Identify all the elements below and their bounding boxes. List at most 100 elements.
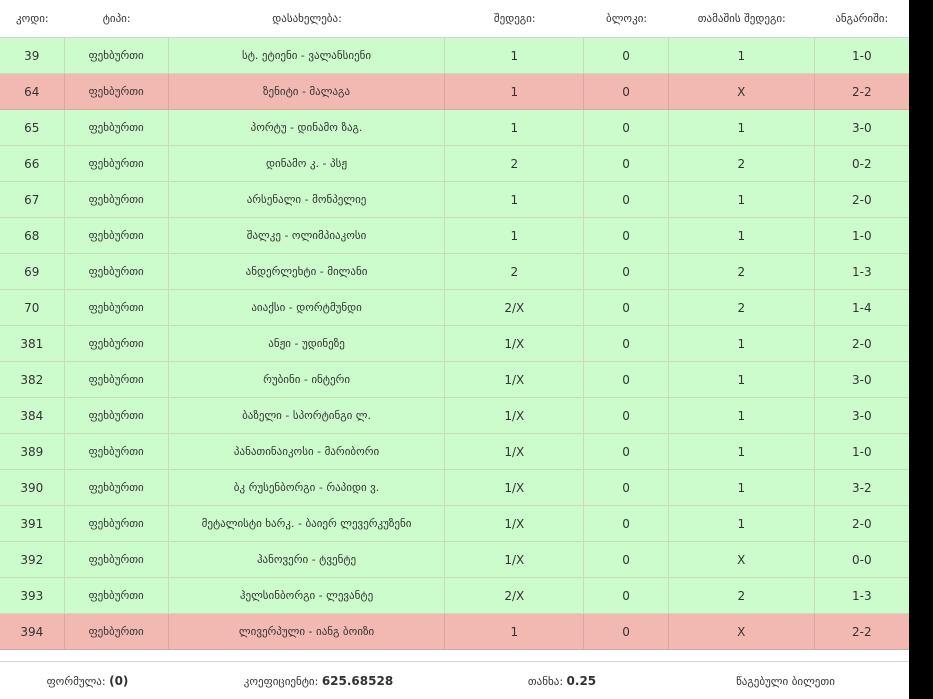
cell-event: მეტალისტი ხარკ. - ბაიერ ლევერკუზენი: [169, 506, 446, 541]
cell-score: 2-0: [851, 192, 872, 207]
cell-game-result: 1: [669, 182, 815, 217]
cell-block: 0: [584, 542, 670, 577]
cell-type: ფეხბურთი: [65, 218, 169, 253]
cell-type: ფეხბურთი: [65, 578, 169, 613]
stake-value: 0.25: [566, 674, 597, 688]
cell-game-result: 1: [669, 38, 815, 73]
cell-outcome: 1/X: [445, 542, 585, 577]
table-row[interactable]: 393 ფეხბურთი ჰელსინბორგი - ლევანტე 2/X 0 2 1-3: [0, 578, 909, 614]
cell-outcome: 2: [445, 254, 585, 289]
cell-event: ანდერლეხტი - მილანი: [169, 254, 446, 289]
cell-outcome: 1: [445, 38, 585, 73]
cell-score: 3-0: [851, 120, 872, 135]
cell-code: 39: [0, 38, 65, 73]
cell-game-result: X: [669, 74, 815, 109]
table-row[interactable]: 394 ფეხბურთი ლივერპული - იანგ ბოიზი 1 0 X 2-2: [0, 614, 909, 650]
cell-event: ანჟი - უდინეზე: [169, 326, 446, 361]
cell-game-result: X: [669, 542, 815, 577]
cell-block: 0: [584, 470, 670, 505]
table-row[interactable]: 384 ფეხბურთი ბაზელი - სპორტინგი ლ. 1/X 0 1 3-0: [0, 398, 909, 434]
table-row[interactable]: 64 ფეხბურთი ზენიტი - მალაგა 1 0 X 2-2: [0, 74, 909, 110]
cell-code: 66: [0, 146, 65, 181]
cell-score: 1-0: [851, 444, 872, 459]
header-game-result[interactable]: თამაშის შედეგი:: [669, 12, 815, 25]
table-row[interactable]: 69 ფეხბურთი ანდერლეხტი - მილანი 2 0 2 1-3: [0, 254, 909, 290]
cell-score: 1-3: [851, 588, 872, 603]
ticket-footer: ფორმულა: (0) კოეფიციენტი: 625.68528 თანხ…: [0, 661, 909, 699]
cell-code: 64: [0, 74, 65, 109]
coefficient-label: კოეფიციენტი:: [243, 675, 319, 688]
cell-event: ბაზელი - სპორტინგი ლ.: [169, 398, 446, 433]
table-row[interactable]: 66 ფეხბურთი დინამო კ. - პსჟ 2 0 2 0-2: [0, 146, 909, 182]
cell-event: შალკე - ოლიმპიაკოსი: [169, 218, 446, 253]
cell-game-result: 1: [669, 326, 815, 361]
cell-code: 393: [0, 578, 65, 613]
cell-block: 0: [584, 362, 670, 397]
cell-game-result: 1: [669, 506, 815, 541]
table-row[interactable]: 39 ფეხბურთი სტ. ეტიენი - ვალანსიენი 1 0 1 1-0: [0, 38, 909, 74]
formula-section: ფორმულა: (0): [0, 674, 175, 688]
cell-game-result: 1: [669, 470, 815, 505]
cell-code: 382: [0, 362, 65, 397]
cell-code: 381: [0, 326, 65, 361]
header-outcome[interactable]: შედეგი:: [445, 12, 584, 25]
cell-game-result: 1: [669, 434, 815, 469]
cell-type: ფეხბურთი: [65, 434, 169, 469]
bet-ticket-panel: კოდი: ტიპი: დასახელება: შედეგი: ბლოკი: თ…: [0, 0, 909, 699]
header-score[interactable]: ანგარიში:: [815, 12, 909, 25]
ticket-status: წაგებული ბილეთი: [736, 674, 835, 688]
cell-block: 0: [584, 38, 670, 73]
cell-score: 0-0: [851, 552, 872, 567]
cell-event: ლივერპული - იანგ ბოიზი: [169, 614, 446, 649]
header-type[interactable]: ტიპი:: [65, 12, 169, 25]
cell-type: ფეხბურთი: [65, 254, 169, 289]
cell-outcome: 2/X: [445, 578, 585, 613]
cell-block: 0: [584, 398, 670, 433]
cell-code: 68: [0, 218, 65, 253]
cell-score: 1-0: [851, 228, 872, 243]
formula-label: ფორმულა:: [46, 675, 106, 688]
cell-type: ფეხბურთი: [65, 182, 169, 217]
cell-game-result: 2: [669, 254, 815, 289]
table-row[interactable]: 65 ფეხბურთი პორტუ - დინამო ზაგ. 1 0 1 3-0: [0, 110, 909, 146]
table-row[interactable]: 70 ფეხბურთი აიაქსი - დორტმუნდი 2/X 0 2 1-4: [0, 290, 909, 326]
cell-code: 69: [0, 254, 65, 289]
table-row[interactable]: 391 ფეხბურთი მეტალისტი ხარკ. - ბაიერ ლევერ…: [0, 506, 909, 542]
cell-outcome: 1: [445, 74, 585, 109]
coefficient-section: კოეფიციენტი: 625.68528: [175, 674, 462, 688]
cell-code: 70: [0, 290, 65, 325]
cell-type: ფეხბურთი: [65, 398, 169, 433]
cell-outcome: 1: [445, 110, 585, 145]
cell-block: 0: [584, 326, 670, 361]
coefficient-value: 625.68528: [321, 674, 394, 688]
cell-type: ფეხბურთი: [65, 146, 169, 181]
cell-type: ფეხბურთი: [65, 290, 169, 325]
cell-score: 2-2: [851, 624, 872, 639]
cell-block: 0: [584, 182, 670, 217]
cell-code: 65: [0, 110, 65, 145]
cell-outcome: 1/X: [445, 362, 585, 397]
header-event[interactable]: დასახელება:: [169, 12, 446, 25]
table-row[interactable]: 381 ფეხბურთი ანჟი - უდინეზე 1/X 0 1 2-0: [0, 326, 909, 362]
header-block[interactable]: ბლოკი:: [584, 12, 669, 25]
cell-event: ჰანოვერი - ტვენტე: [169, 542, 446, 577]
table-row[interactable]: 390 ფეხბურთი ბკ რუსენბორგი - რაპიდი ვ. 1/X 0…: [0, 470, 909, 506]
cell-event: დინამო კ. - პსჟ: [169, 146, 446, 181]
table-row[interactable]: 382 ფეხბურთი რუბინი - ინტერი 1/X 0 1 3-0: [0, 362, 909, 398]
cell-score: 2-0: [851, 516, 872, 531]
cell-code: 384: [0, 398, 65, 433]
cell-block: 0: [584, 434, 670, 469]
cell-block: 0: [584, 506, 670, 541]
table-row[interactable]: 67 ფეხბურთი არსენალი - მონპელიე 1 0 1 2-0: [0, 182, 909, 218]
cell-outcome: 1/X: [445, 398, 585, 433]
cell-code: 390: [0, 470, 65, 505]
table-row[interactable]: 392 ფეხბურთი ჰანოვერი - ტვენტე 1/X 0 X 0-0: [0, 542, 909, 578]
cell-outcome: 1/X: [445, 506, 585, 541]
header-code[interactable]: კოდი:: [0, 12, 65, 25]
table-row[interactable]: 68 ფეხბურთი შალკე - ოლიმპიაკოსი 1 0 1 1-0: [0, 218, 909, 254]
table-row[interactable]: 389 ფეხბურთი პანათინაიკოსი - მარიბორი 1/X 0 1…: [0, 434, 909, 470]
cell-type: ფეხბურთი: [65, 506, 169, 541]
stake-section: თანხა: 0.25: [462, 674, 662, 688]
cell-block: 0: [584, 74, 670, 109]
cell-event: რუბინი - ინტერი: [169, 362, 446, 397]
